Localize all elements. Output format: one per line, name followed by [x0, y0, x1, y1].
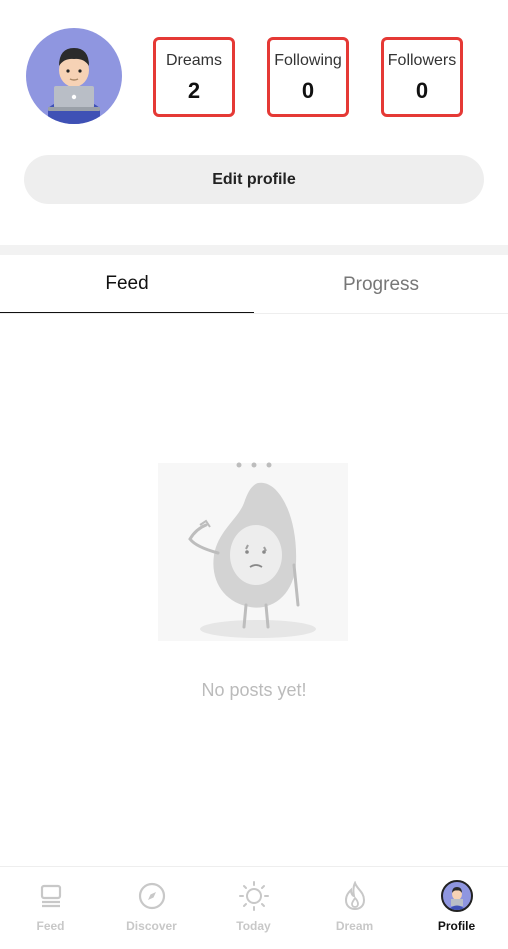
flame-icon	[338, 879, 372, 913]
following-stat[interactable]: Following 0	[267, 37, 349, 117]
empty-state-message: No posts yet!	[201, 680, 307, 700]
followers-stat[interactable]: Followers 0	[381, 37, 463, 117]
nav-profile-label: Profile	[437, 919, 476, 933]
tabs-divider	[0, 313, 508, 314]
dreams-stat[interactable]: Dreams 2	[153, 37, 235, 117]
section-divider	[0, 245, 508, 255]
following-label: Following	[274, 52, 342, 69]
nav-feed[interactable]: Feed	[0, 867, 101, 949]
confused-drop-icon	[158, 462, 348, 641]
feed-icon	[34, 879, 68, 913]
bottom-navigation: Feed Discover Today Dream Profile	[0, 866, 508, 949]
followers-label: Followers	[387, 52, 457, 69]
compass-icon	[135, 879, 169, 913]
empty-state-illustration	[158, 455, 348, 645]
nav-discover-label: Discover	[126, 919, 177, 933]
nav-today-label: Today	[236, 919, 271, 933]
sun-icon	[237, 879, 271, 913]
edit-profile-button[interactable]: Edit profile	[24, 155, 484, 204]
nav-feed-label: Feed	[36, 919, 65, 933]
nav-profile[interactable]: Profile	[406, 867, 507, 949]
tab-progress[interactable]: Progress	[254, 256, 508, 314]
profile-avatar[interactable]	[26, 28, 122, 124]
dreams-label: Dreams	[165, 52, 222, 69]
dreams-count: 2	[187, 78, 201, 103]
nav-dream-label: Dream	[335, 919, 374, 933]
following-count: 0	[301, 78, 315, 103]
followers-count: 0	[415, 78, 429, 103]
nav-discover[interactable]: Discover	[101, 867, 202, 949]
person-with-laptop-icon	[48, 48, 100, 124]
nav-dream[interactable]: Dream	[304, 867, 405, 949]
tab-feed[interactable]: Feed	[0, 256, 254, 314]
avatar	[440, 880, 473, 912]
nav-today[interactable]: Today	[203, 867, 304, 949]
